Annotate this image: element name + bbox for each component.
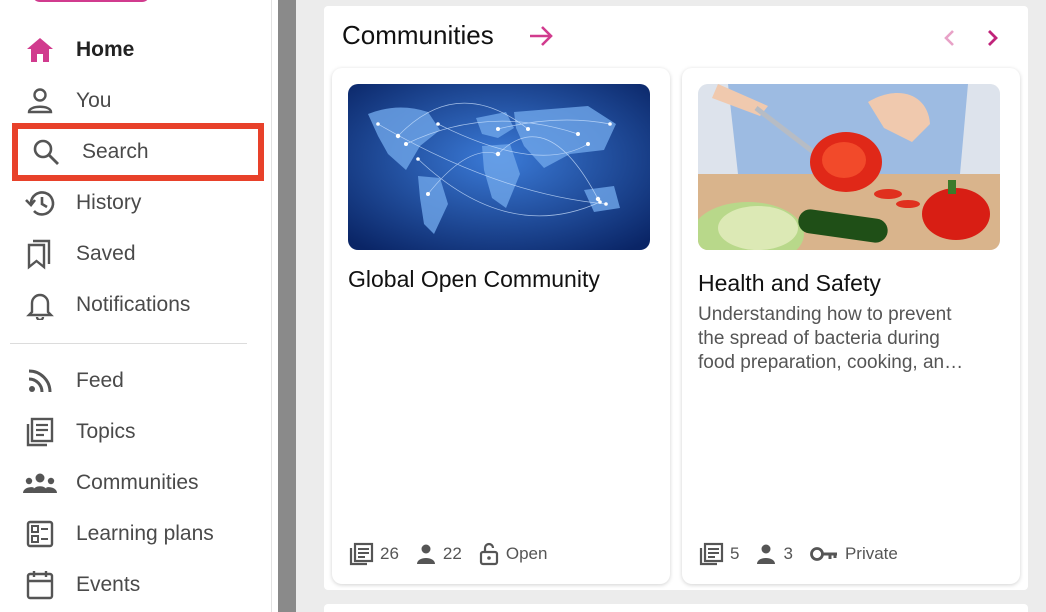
sidebar-item-label: Learning plans	[76, 522, 214, 545]
key-icon	[810, 547, 837, 561]
vegetables-image	[698, 84, 1000, 250]
description-line: food preparation, cooking, an…	[698, 352, 964, 373]
access-stat: Open	[478, 542, 548, 566]
rss-icon	[20, 361, 60, 401]
sidebar-divider	[10, 343, 247, 344]
card-footer: 26 22 Open	[348, 542, 563, 566]
learning-plans-icon	[20, 514, 60, 554]
chevron-right-icon[interactable]	[978, 24, 1006, 52]
description-line: the spread of bacteria during	[698, 328, 940, 349]
sidebar-item-notifications[interactable]: Notifications	[20, 285, 260, 325]
posts-stat: 5	[698, 542, 739, 566]
sidebar-item-label: History	[76, 191, 142, 214]
next-section-panel	[324, 604, 1028, 612]
posts-icon	[699, 542, 724, 566]
bell-icon	[20, 285, 60, 325]
top-pill-button[interactable]	[32, 0, 150, 2]
sidebar-item-you[interactable]: You	[20, 81, 260, 121]
arrow-right-icon[interactable]	[526, 21, 556, 51]
chevron-left-icon[interactable]	[936, 24, 964, 52]
sidebar-item-communities[interactable]: Communities	[20, 463, 260, 503]
description-line: Understanding how to prevent	[698, 304, 952, 325]
members-count: 3	[783, 544, 793, 563]
scroll-separator	[278, 0, 296, 612]
community-card[interactable]: Global Open Community 26 22 Open	[332, 68, 670, 584]
person-icon	[416, 544, 435, 564]
calendar-icon	[20, 565, 60, 605]
sidebar-item-label: Feed	[76, 369, 124, 392]
sidebar-item-history[interactable]: History	[20, 183, 260, 223]
groups-icon	[20, 463, 60, 503]
topics-icon	[20, 412, 60, 452]
access-stat: Private	[809, 544, 898, 564]
sidebar-item-label: You	[76, 89, 112, 112]
sidebar-item-label: Notifications	[76, 293, 191, 316]
access-label: Open	[505, 544, 548, 563]
sidebar-item-label: Topics	[76, 420, 136, 443]
home-icon	[20, 30, 60, 70]
communities-panel: Communities Global Open Community 26 22 …	[324, 6, 1028, 590]
sidebar-item-home[interactable]: Home	[20, 30, 260, 70]
section-title: Communities	[342, 20, 494, 50]
card-description: Understanding how to prevent the spread …	[698, 303, 998, 375]
members-count: 22	[442, 544, 462, 563]
person-icon	[20, 81, 60, 121]
card-footer: 5 3 Private	[698, 542, 914, 566]
person-icon	[757, 544, 776, 564]
sidebar-item-label: Home	[76, 38, 135, 61]
sidebar-item-saved[interactable]: Saved	[20, 234, 260, 274]
sidebar-item-learning-plans[interactable]: Learning plans	[20, 514, 260, 554]
sidebar-item-label: Communities	[76, 471, 199, 494]
sidebar-item-label: Saved	[76, 242, 136, 265]
posts-count: 5	[730, 544, 740, 563]
world-network-image	[348, 84, 650, 250]
members-stat: 22	[415, 543, 462, 565]
main-content: Communities Global Open Community 26 22 …	[296, 0, 1046, 612]
sidebar: Home You Search History Saved Notificati…	[0, 0, 272, 612]
posts-stat: 26	[348, 542, 399, 566]
unlock-icon	[479, 542, 498, 566]
sidebar-item-topics[interactable]: Topics	[20, 412, 260, 452]
sidebar-item-search[interactable]: Search	[12, 123, 264, 181]
sidebar-item-label: Events	[76, 573, 141, 596]
posts-count: 26	[380, 544, 399, 563]
bookmark-icon	[20, 234, 60, 274]
sidebar-item-events[interactable]: Events	[20, 565, 260, 605]
members-stat: 3	[755, 543, 793, 565]
sidebar-item-feed[interactable]: Feed	[20, 361, 260, 401]
sidebar-item-label: Search	[82, 140, 149, 163]
community-card[interactable]: Health and Safety Understanding how to p…	[682, 68, 1020, 584]
search-icon	[26, 132, 66, 172]
access-label: Private	[844, 544, 898, 563]
card-title[interactable]: Global Open Community	[348, 266, 600, 293]
posts-icon	[349, 542, 374, 566]
history-icon	[20, 183, 60, 223]
card-title[interactable]: Health and Safety	[698, 270, 881, 297]
